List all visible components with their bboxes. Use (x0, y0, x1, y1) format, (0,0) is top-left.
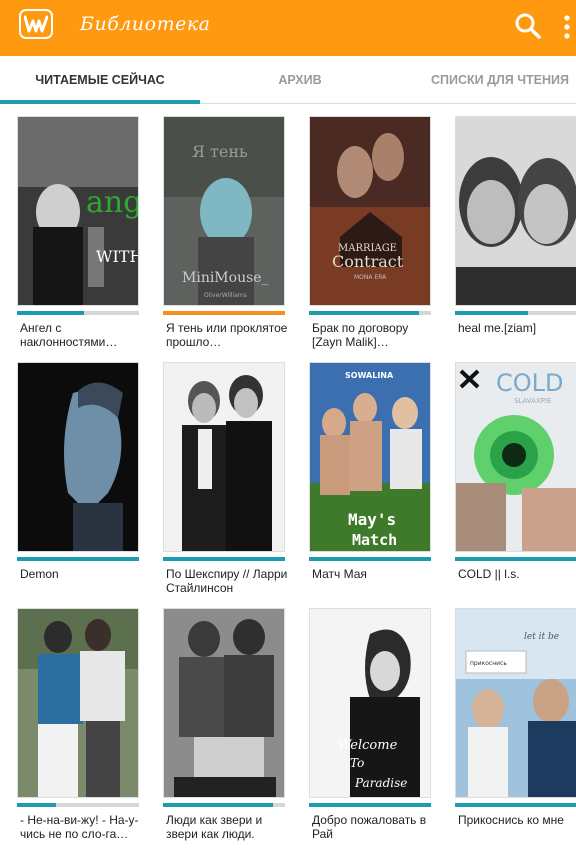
reading-progress-fill (163, 311, 285, 315)
reading-progress-fill (455, 803, 576, 807)
book-title: Матч Мая (312, 567, 367, 581)
book-title: - Не-на-ви-жу! - На-у-чись не по сло-га… (20, 813, 139, 841)
book-cover[interactable]: SOWALINA May's Match (309, 362, 431, 552)
book-title: Брак по договору [Zayn Malik]… (312, 321, 409, 349)
book-title: Прикоснись ко мне (458, 813, 564, 827)
book-cover[interactable] (163, 362, 285, 552)
cover-text: SOWALINA (345, 371, 394, 380)
reading-progress-bar (17, 803, 139, 807)
book-cover[interactable]: angel WITH (17, 116, 139, 306)
book-cover[interactable] (17, 362, 139, 552)
book-cover[interactable]: Я тень MiniMouse_ OliverWilliams (163, 116, 285, 306)
cover-text: Welcome (338, 738, 398, 753)
cover-text: OliverWilliams (204, 292, 247, 299)
app-bar: Библиотека (0, 0, 576, 56)
reading-progress-bar (163, 803, 285, 807)
reading-progress-bar (17, 557, 139, 561)
cover-text: To (350, 756, 364, 770)
reading-progress-bar (17, 311, 139, 315)
reading-progress-bar (309, 803, 431, 807)
reading-progress-fill (163, 557, 285, 561)
book-cover[interactable] (455, 116, 576, 306)
reading-progress-bar (309, 557, 431, 561)
cover-text: Match (352, 531, 397, 549)
reading-progress-bar (455, 803, 576, 807)
reading-progress-bar (455, 311, 576, 315)
cover-text: COLD (496, 369, 564, 397)
reading-progress-fill (163, 803, 273, 807)
book-title: heal me.[ziam] (458, 321, 537, 335)
reading-progress-fill (309, 311, 419, 315)
cover-text: MiniMouse_ (182, 270, 269, 286)
reading-progress-fill (17, 311, 85, 315)
book-cover[interactable]: let it be прикоснись (455, 608, 576, 798)
book-title: Добро пожаловать в Рай (312, 813, 427, 841)
tab-archive[interactable]: АРХИВ (200, 56, 400, 104)
cover-text: Я тень (192, 142, 248, 161)
reading-progress-bar (309, 311, 431, 315)
reading-progress-bar (163, 311, 285, 315)
cover-text: MONA ERA (354, 274, 387, 281)
reading-progress-bar (455, 557, 576, 561)
wattpad-logo-icon[interactable] (19, 9, 53, 39)
cover-text: angel (86, 185, 139, 220)
cover-text: WITH (96, 247, 139, 266)
reading-progress-fill (17, 557, 139, 561)
reading-progress-fill (455, 311, 529, 315)
book-title: Demon (20, 567, 59, 581)
cover-text: прикоснись (470, 660, 507, 667)
book-cover[interactable]: COLD SLAVAXPIE (455, 362, 576, 552)
book-cover[interactable] (163, 608, 285, 798)
book-title: Люди как звери и звери как люди. (166, 813, 263, 841)
book-title: Я тень или проклятое прошло… (166, 321, 288, 349)
cover-text: Contract (332, 252, 404, 271)
book-cover[interactable]: Welcome To Paradise (309, 608, 431, 798)
reading-progress-bar (163, 557, 285, 561)
book-grid: angel WITH Ангел с наклонностями… Я тень… (0, 104, 576, 852)
cover-text: Paradise (354, 776, 407, 790)
tab-reading-lists[interactable]: СПИСКИ ДЛЯ ЧТЕНИЯ (410, 56, 576, 104)
cover-text: let it be (524, 632, 559, 642)
book-cover[interactable] (17, 608, 139, 798)
reading-progress-fill (17, 803, 57, 807)
search-icon[interactable] (514, 12, 542, 40)
tab-currently-reading[interactable]: ЧИТАЕМЫЕ СЕЙЧАС (0, 56, 200, 104)
reading-progress-fill (309, 557, 431, 561)
book-title: Ангел с наклонностями… (20, 321, 118, 349)
library-tabs: ЧИТАЕМЫЕ СЕЙЧАС АРХИВ СПИСКИ ДЛЯ ЧТЕНИЯ (0, 56, 576, 104)
reading-progress-fill (309, 803, 431, 807)
book-cover[interactable]: MARRIAGE Contract MONA ERA (309, 116, 431, 306)
overflow-menu-icon[interactable] (563, 14, 571, 40)
reading-progress-fill (455, 557, 576, 561)
book-title: COLD || l.s. (458, 567, 520, 581)
cover-text: SLAVAXPIE (514, 397, 551, 405)
app-title: Библиотека (80, 13, 211, 35)
book-title: По Шекспиру // Ларри Стайлинсон (166, 567, 288, 595)
cover-text: May's (348, 510, 396, 529)
